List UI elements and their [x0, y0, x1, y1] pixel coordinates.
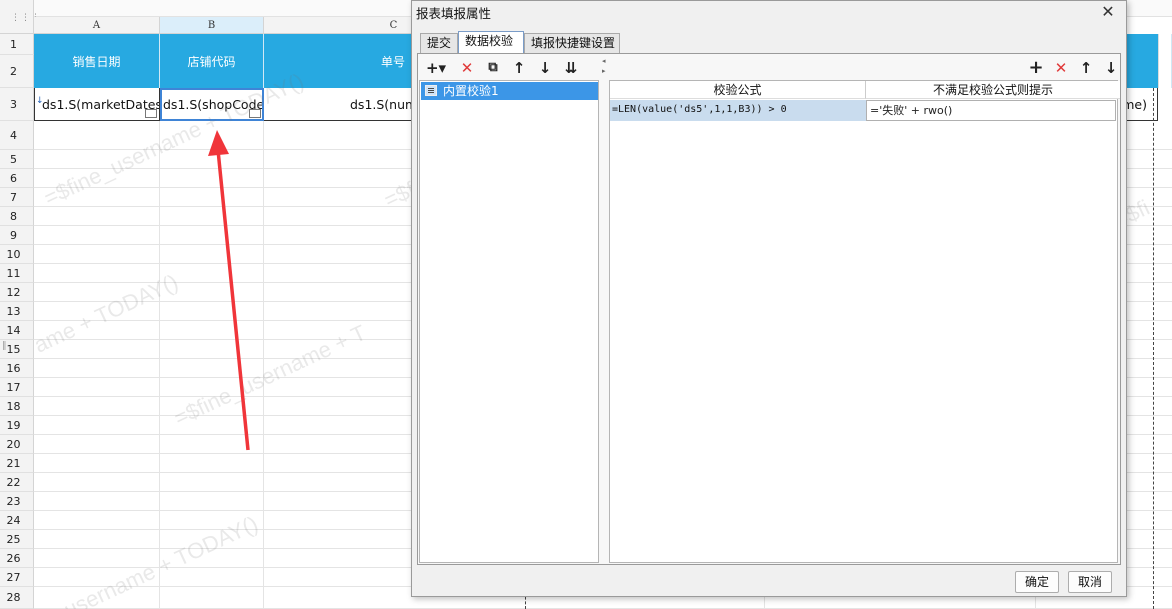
- validation-list-pane: +▾ ✕ ⧉ ↑ ↓ ⇊ 内置校验1: [419, 55, 602, 563]
- tab-shortcut-settings[interactable]: 填报快捷键设置: [524, 33, 620, 53]
- add-dropdown-icon[interactable]: +▾: [423, 58, 449, 78]
- row-up-icon[interactable]: ↑: [1076, 58, 1096, 78]
- formula-cell[interactable]: =LEN(value('ds5',1,1,B3)) > 0: [610, 100, 866, 121]
- validation-list: 内置校验1: [419, 80, 599, 563]
- pane-divider[interactable]: ◂ ▸: [602, 55, 608, 563]
- validation-item-icon: [425, 85, 437, 96]
- collapse-left-icon[interactable]: ◂: [602, 57, 606, 65]
- tab-data-validation[interactable]: 数据校验: [458, 31, 524, 54]
- delete-icon[interactable]: ✕: [457, 58, 477, 78]
- copy-icon[interactable]: ⧉: [483, 58, 503, 78]
- formula-table: 校验公式 不满足校验公式则提示 =LEN(value('ds5',1,1,B3)…: [609, 80, 1120, 563]
- column-header-message[interactable]: 不满足校验公式则提示: [866, 81, 1120, 99]
- list-item-label: 内置校验1: [443, 84, 499, 98]
- annotation-arrow-head: [208, 130, 229, 156]
- delete-row-icon[interactable]: ✕: [1051, 58, 1071, 78]
- add-row-icon[interactable]: +: [1026, 58, 1046, 78]
- close-icon[interactable]: ✕: [1099, 2, 1117, 22]
- right-toolbar: + ✕ ↑ ↓: [609, 55, 1119, 79]
- left-toolbar: +▾ ✕ ⧉ ↑ ↓ ⇊: [419, 55, 602, 79]
- move-to-bottom-icon[interactable]: ⇊: [561, 58, 581, 78]
- message-cell[interactable]: ='失败' + rwo(): [866, 100, 1116, 121]
- list-item-builtin-check-1[interactable]: 内置校验1: [421, 82, 598, 100]
- ok-button[interactable]: 确定: [1015, 571, 1059, 593]
- row-down-icon[interactable]: ↓: [1101, 58, 1121, 78]
- formula-pane: + ✕ ↑ ↓ 校验公式 不满足校验公式则提示 =LEN(value('ds5'…: [609, 55, 1120, 563]
- collapse-right-icon[interactable]: ▸: [602, 67, 606, 75]
- screen: ⋮⋮⋮ A B C 1 2 3 4 5 6 7 8 9 10 11 12 13 14 15 16 17 18 19 2…: [0, 0, 1172, 609]
- dialog-title: 报表填报属性: [416, 6, 492, 21]
- cancel-button[interactable]: 取消: [1068, 571, 1112, 593]
- tab-panel: +▾ ✕ ⧉ ↑ ↓ ⇊ 内置校验1 ◂ ▸ + ✕ ↑ ↓ 校验公式 不满足校…: [417, 53, 1121, 565]
- annotation-arrow-shaft: [216, 149, 250, 451]
- table-row[interactable]: =LEN(value('ds5',1,1,B3)) > 0 ='失败' + rw…: [610, 100, 1119, 121]
- column-header-formula[interactable]: 校验公式: [610, 81, 866, 99]
- move-up-icon[interactable]: ↑: [509, 58, 529, 78]
- tab-submit[interactable]: 提交: [420, 33, 458, 53]
- move-down-icon[interactable]: ↓: [535, 58, 555, 78]
- report-fill-properties-dialog: 报表填报属性 ✕ 提交 数据校验 填报快捷键设置 +▾ ✕ ⧉ ↑ ↓ ⇊ 内置…: [411, 0, 1127, 597]
